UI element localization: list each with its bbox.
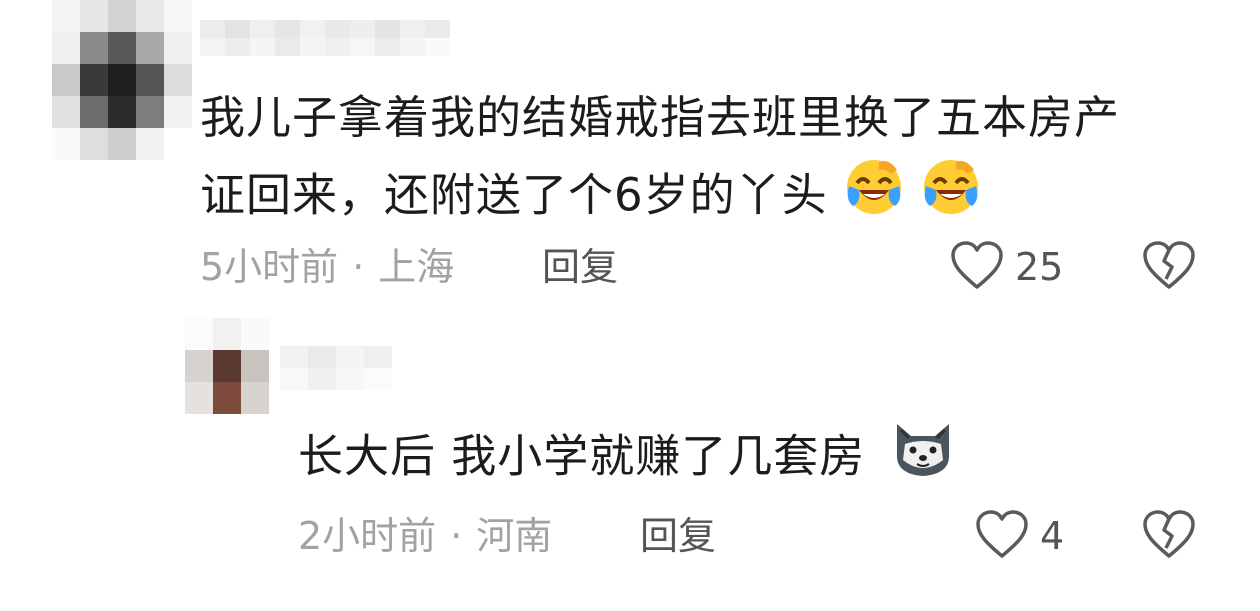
dislike-broken-heart-icon[interactable]	[1142, 510, 1196, 564]
laughing-crying-emoji	[920, 156, 982, 241]
like-count: 25	[1015, 245, 1064, 289]
meta-separator: ·	[352, 245, 365, 289]
comment-text-line-1: 长大后 我小学就赚了几套房	[298, 429, 866, 483]
comment-text: 我儿子拿着我的结婚戒指去班里换了五本房产 证回来，还附送了个6岁的丫头	[200, 80, 1240, 241]
comment-time: 2小时前	[298, 514, 437, 558]
comment-meta: 5小时前 · 上海	[200, 243, 454, 291]
dislike-broken-heart-icon[interactable]	[1142, 241, 1196, 295]
comment-text: 长大后 我小学就赚了几套房	[298, 416, 955, 503]
comment-meta: 2小时前 · 河南	[298, 512, 552, 560]
username[interactable]	[200, 20, 450, 56]
like-heart-icon[interactable]	[950, 241, 1004, 295]
avatar[interactable]	[52, 0, 192, 160]
username[interactable]	[280, 346, 392, 390]
comment-time: 5小时前	[200, 245, 339, 289]
like-heart-icon[interactable]	[975, 510, 1029, 564]
comment-text-line-2: 证回来，还附送了个6岁的丫头	[200, 168, 828, 222]
doge-emoji	[891, 416, 955, 503]
laughing-crying-emoji	[843, 156, 905, 241]
comment-text-line-1: 我儿子拿着我的结婚戒指去班里换了五本房产	[200, 91, 1121, 144]
like-count: 4	[1040, 514, 1065, 558]
comment-location: 上海	[378, 245, 455, 289]
reply-button[interactable]: 回复	[640, 512, 716, 560]
avatar[interactable]	[185, 318, 269, 414]
meta-separator: ·	[450, 514, 463, 558]
reply-button[interactable]: 回复	[542, 243, 618, 291]
comment-location: 河南	[476, 514, 553, 558]
